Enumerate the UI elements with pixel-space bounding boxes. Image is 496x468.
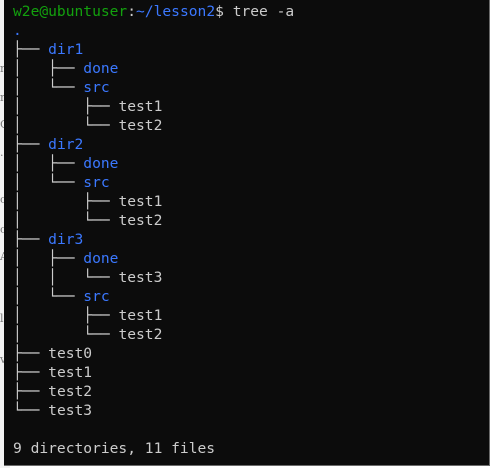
terminal-window[interactable]: w2e@ubuntuser:~/lesson2$ tree -a . ├── di… xyxy=(4,0,490,466)
tree-line: ├── dir2 xyxy=(13,135,294,154)
tree-line: │ ├── done xyxy=(13,249,294,268)
tree-line: │ ├── done xyxy=(13,59,294,78)
tree-line: ├── test2 xyxy=(13,382,294,401)
tree-connector: ├── xyxy=(13,231,49,248)
tree-connector: └── xyxy=(13,402,49,419)
tree-line: ├── test1 xyxy=(13,363,294,382)
tree-connector: │ ├── xyxy=(13,155,84,172)
tree-line: ├── dir3 xyxy=(13,230,294,249)
tree-connector: │ └── xyxy=(13,326,119,343)
tree-connector: ├── xyxy=(13,345,49,362)
directory-name: src xyxy=(83,174,110,191)
file-name: test0 xyxy=(48,345,93,362)
tree-line: │ ├── test1 xyxy=(13,306,294,325)
directory-name: dir3 xyxy=(48,231,84,248)
tree-connector: │ ├── xyxy=(13,193,119,210)
directory-name: done xyxy=(83,250,119,267)
tree-connector: ├── xyxy=(13,364,49,381)
tree-line: │ └── test2 xyxy=(13,325,294,344)
tree-listing: . ├── dir1 │ ├── done │ └── src │ ├── test1 │… xyxy=(13,21,294,420)
file-name: test3 xyxy=(48,402,93,419)
tree-line: │ ├── test1 xyxy=(13,192,294,211)
prompt-symbol: $ xyxy=(215,3,233,20)
prompt-line: w2e@ubuntuser:~/lesson2$ tree -a xyxy=(13,2,294,21)
tree-connector: │ ├── xyxy=(13,307,119,324)
tree-connector: │ ├── xyxy=(13,60,84,77)
tree-line: │ └── test2 xyxy=(13,116,294,135)
file-name: test2 xyxy=(48,383,93,400)
file-name: test1 xyxy=(118,193,163,210)
directory-name: src xyxy=(83,79,110,96)
file-name: test2 xyxy=(118,326,163,343)
directory-name: done xyxy=(83,155,119,172)
tree-line: ├── dir1 xyxy=(13,40,294,59)
tree-line: │ └── test2 xyxy=(13,211,294,230)
file-name: test1 xyxy=(48,364,93,381)
tree-connector: │ └── xyxy=(13,212,119,229)
prompt-command: tree -a xyxy=(232,3,295,20)
prompt-user-host: w2e@ubuntuser xyxy=(13,3,128,20)
tree-connector: ├── xyxy=(13,136,49,153)
prompt-path: ~/lesson2 xyxy=(136,3,216,20)
tree-line: │ │ └── test3 xyxy=(13,268,294,287)
tree-line: . xyxy=(13,21,294,40)
directory-name: dir1 xyxy=(48,41,84,58)
tree-line: │ ├── test1 xyxy=(13,97,294,116)
file-name: test1 xyxy=(118,307,163,324)
tree-line: │ └── src xyxy=(13,173,294,192)
tree-connector: │ └── xyxy=(13,117,119,134)
tree-line: ├── test0 xyxy=(13,344,294,363)
tree-connector: │ └── xyxy=(13,79,84,96)
tree-connector: │ └── xyxy=(13,174,84,191)
terminal-output: w2e@ubuntuser:~/lesson2$ tree -a . ├── di… xyxy=(13,2,294,458)
directory-name: src xyxy=(83,288,110,305)
tree-connector: ├── xyxy=(13,41,49,58)
directory-name: done xyxy=(83,60,119,77)
directory-name: . xyxy=(13,22,22,39)
tree-line: │ ├── done xyxy=(13,154,294,173)
prompt-separator: : xyxy=(127,3,137,20)
tree-summary: 9 directories, 11 files xyxy=(13,440,216,457)
tree-connector: │ │ └── xyxy=(13,269,119,286)
tree-line: │ └── src xyxy=(13,78,294,97)
tree-connector: ├── xyxy=(13,383,49,400)
file-name: test3 xyxy=(118,269,163,286)
file-name: test2 xyxy=(118,117,163,134)
file-name: test2 xyxy=(118,212,163,229)
tree-line: └── test3 xyxy=(13,401,294,420)
tree-connector: │ └── xyxy=(13,288,84,305)
tree-connector: │ ├── xyxy=(13,250,84,267)
tree-connector: │ ├── xyxy=(13,98,119,115)
file-name: test1 xyxy=(118,98,163,115)
directory-name: dir2 xyxy=(48,136,84,153)
tree-line: │ └── src xyxy=(13,287,294,306)
